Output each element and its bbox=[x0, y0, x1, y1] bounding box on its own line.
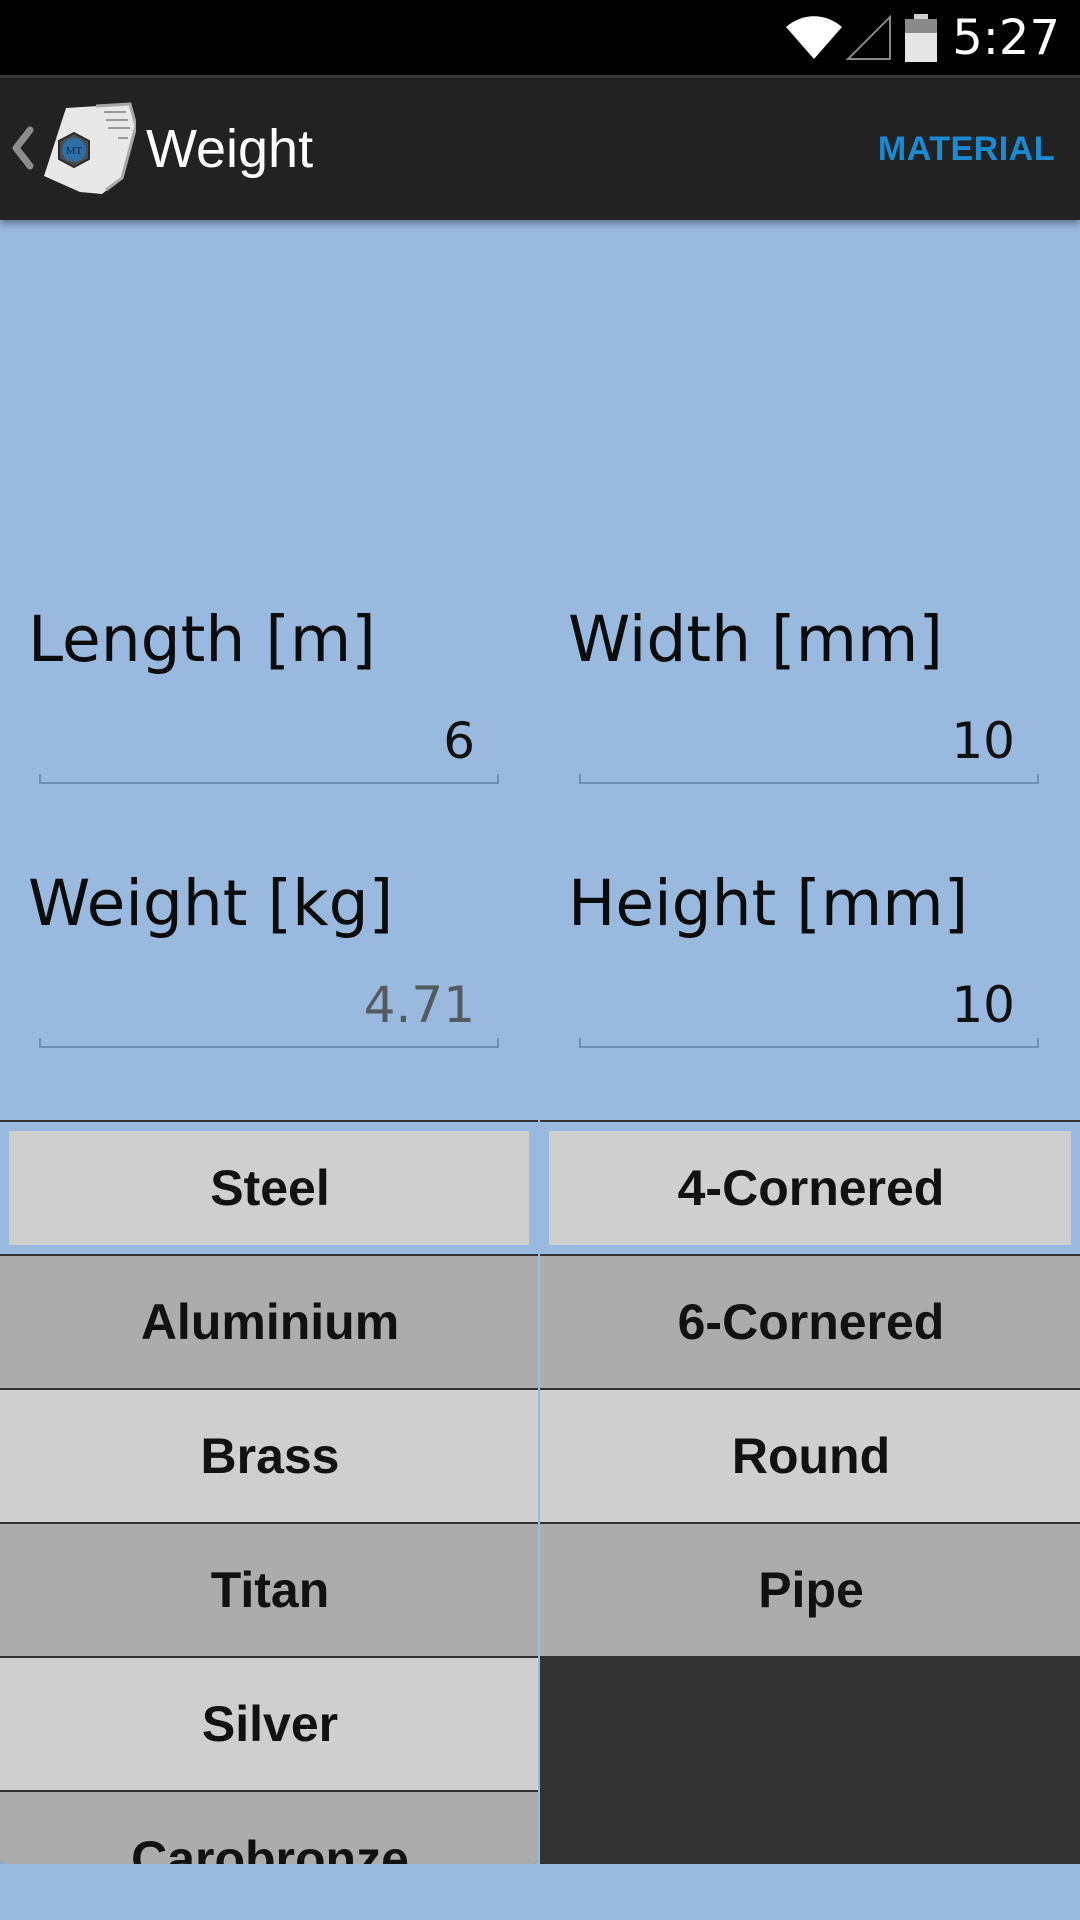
material-action-button[interactable]: MATERIAL bbox=[878, 78, 1055, 220]
material-item-carobronze[interactable]: Carobronze bbox=[0, 1792, 538, 1864]
width-label: Width [mm] bbox=[568, 603, 943, 676]
back-chevron-icon bbox=[12, 126, 34, 170]
signal-icon bbox=[846, 14, 892, 60]
height-input[interactable]: 10 bbox=[579, 968, 1039, 1048]
shape-item-6-cornered[interactable]: 6-Cornered bbox=[540, 1256, 1080, 1388]
width-input[interactable]: 10 bbox=[579, 704, 1039, 784]
material-item-titan[interactable]: Titan bbox=[0, 1524, 538, 1656]
weight-result-field: 4.71 bbox=[39, 968, 499, 1048]
length-input[interactable]: 6 bbox=[39, 704, 499, 784]
weight-value: 4.71 bbox=[363, 976, 475, 1034]
width-underline bbox=[579, 774, 1039, 784]
wifi-icon bbox=[786, 15, 843, 59]
status-time: 5:27 bbox=[952, 9, 1060, 66]
logo-text: MT bbox=[66, 145, 83, 157]
shape-item-pipe[interactable]: Pipe bbox=[540, 1524, 1080, 1656]
weight-label: Weight [kg] bbox=[28, 867, 394, 940]
material-item-brass[interactable]: Brass bbox=[0, 1390, 538, 1522]
app-logo-icon: MT bbox=[44, 102, 136, 194]
height-underline bbox=[579, 1038, 1039, 1048]
weight-underline bbox=[39, 1038, 499, 1048]
status-icons: 5:27 bbox=[784, 0, 1080, 75]
material-item-aluminium[interactable]: Aluminium bbox=[0, 1256, 538, 1388]
material-list[interactable]: Steel Aluminium Brass Titan Silver Carob… bbox=[0, 1120, 538, 1864]
length-label: Length [m] bbox=[28, 603, 376, 676]
battery-icon bbox=[905, 13, 938, 62]
shape-list[interactable]: 4-Cornered 6-Cornered Round Pipe bbox=[540, 1120, 1080, 1864]
status-bar: 5:27 bbox=[0, 0, 1080, 75]
width-value: 10 bbox=[951, 712, 1015, 770]
height-value: 10 bbox=[951, 976, 1015, 1034]
shape-item-round[interactable]: Round bbox=[540, 1390, 1080, 1522]
length-underline bbox=[39, 774, 499, 784]
up-navigation-button[interactable]: MT bbox=[0, 78, 140, 220]
height-label: Height [mm] bbox=[568, 867, 969, 940]
material-item-steel[interactable]: Steel bbox=[0, 1122, 538, 1254]
length-value: 6 bbox=[443, 712, 475, 770]
shape-item-4-cornered[interactable]: 4-Cornered bbox=[540, 1122, 1080, 1254]
material-item-silver[interactable]: Silver bbox=[0, 1658, 538, 1790]
action-bar: MT Weight MATERIAL bbox=[0, 75, 1080, 220]
page-title: Weight bbox=[146, 119, 314, 179]
